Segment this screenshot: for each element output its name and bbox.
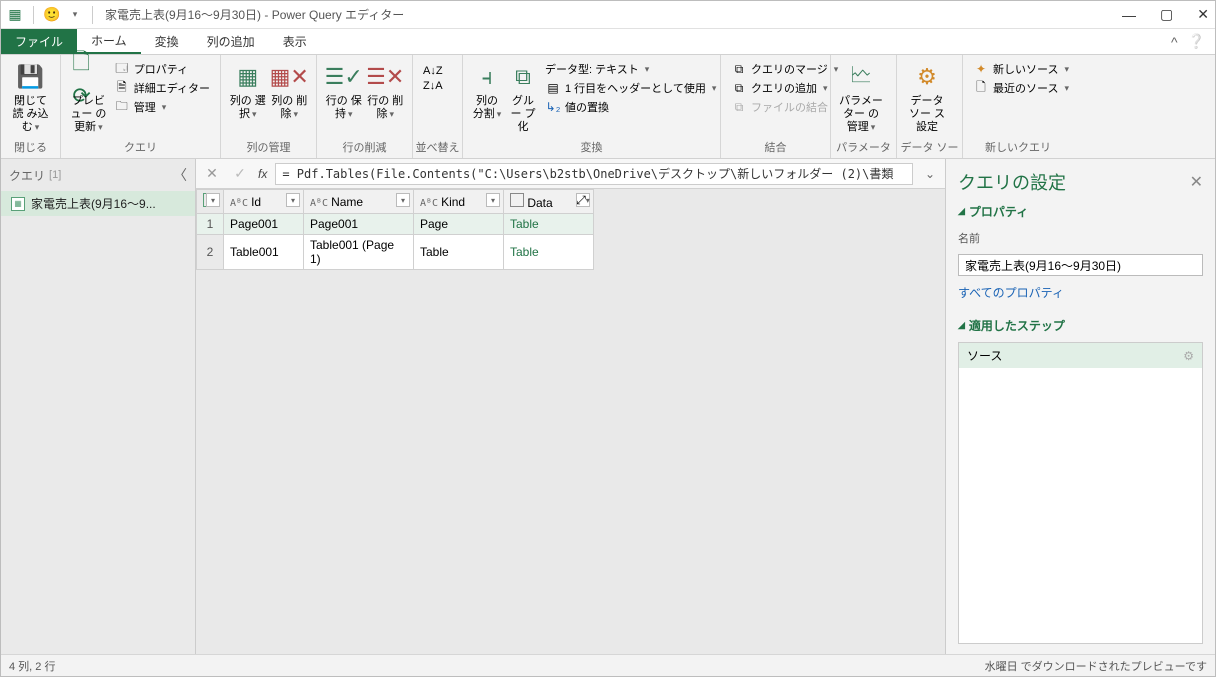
advanced-editor-button[interactable]: 🗎詳細エディター (114, 80, 210, 96)
tab-transform[interactable]: 変換 (141, 29, 193, 54)
group-combine-label: 結合 (721, 137, 830, 158)
group-query-label: クエリ (61, 137, 220, 158)
manage-parameters-button[interactable]: 🗠パラメーター の管理 (837, 59, 885, 137)
collapse-ribbon-icon[interactable]: ^ (1171, 34, 1178, 50)
collapse-queries-icon[interactable]: 〈 (173, 165, 187, 185)
step-label: ソース (967, 347, 1002, 364)
data-source-settings-button[interactable]: ⚙データ ソー ス設定 (903, 59, 951, 137)
properties-section[interactable]: プロパティ (958, 203, 1203, 220)
status-left: 4 列, 2 行 (9, 658, 55, 674)
table-corner[interactable] (197, 190, 224, 214)
help-icon[interactable]: ❔ (1188, 33, 1205, 50)
data-grid[interactable]: AᴮCId AᴮCName AᴮCKind Data⤢ 1 Page001 Pa… (196, 189, 594, 270)
all-properties-link[interactable]: すべてのプロパティ (958, 284, 1203, 301)
group-columns-label: 列の管理 (221, 137, 316, 158)
expand-formula-icon[interactable]: ⌄ (921, 167, 939, 181)
group-rows-label: 行の削減 (317, 137, 412, 158)
merge-queries-button[interactable]: ⧉クエリのマージ (731, 61, 838, 77)
sort-asc-button[interactable]: A↓Z (423, 65, 443, 77)
query-settings-panel: クエリの設定 ✕ プロパティ 名前 すべてのプロパティ 適用したステップ ソース… (945, 159, 1215, 654)
table-row[interactable]: 2 Table001 Table001 (Page 1) Table Table (197, 235, 594, 270)
recent-sources-button[interactable]: 🗋最近のソース (973, 80, 1069, 96)
applied-steps-list: ソース ⚙ (958, 342, 1203, 644)
table-row[interactable]: 1 Page001 Page001 Page Table (197, 214, 594, 235)
qat-dropdown[interactable] (66, 7, 82, 23)
queries-panel-title: クエリ (9, 167, 45, 184)
applied-steps-section[interactable]: 適用したステップ (958, 317, 1203, 334)
queries-count: [1] (49, 169, 61, 181)
accept-formula-icon[interactable]: ✓ (230, 164, 250, 184)
maximize-button[interactable]: ▢ (1160, 6, 1173, 23)
tab-add-column[interactable]: 列の追加 (193, 29, 269, 54)
new-source-button[interactable]: ✦新しいソース (973, 61, 1069, 77)
ribbon-tabs: ファイル ホーム 変換 列の追加 表示 ^ ❔ (1, 29, 1215, 55)
qat-smiley-icon[interactable]: 🙂 (44, 7, 60, 23)
col-header-data[interactable]: Data⤢ (504, 190, 594, 214)
excel-icon: ▦ (7, 7, 23, 23)
settings-title: クエリの設定 (958, 169, 1066, 195)
close-and-load-button[interactable]: 💾 閉じて読 み込む (7, 59, 54, 137)
status-bar: 4 列, 2 行 水曜日 でダウンロードされたプレビューです (1, 654, 1215, 676)
sort-desc-button[interactable]: Z↓A (423, 80, 443, 92)
replace-values-button[interactable]: ↳₂値の置換 (545, 99, 716, 115)
group-new-query-label: 新しいクエリ (963, 137, 1073, 158)
table-icon: ▦ (11, 197, 25, 211)
keep-rows-button[interactable]: ☰✓行の 保持 (323, 59, 365, 123)
use-first-row-header-button[interactable]: ▤1 行目をヘッダーとして使用 (545, 80, 716, 96)
col-header-name[interactable]: AᴮCName (304, 190, 414, 214)
data-type-button[interactable]: データ型: テキスト (545, 61, 716, 77)
col-header-id[interactable]: AᴮCId (224, 190, 304, 214)
window-title: 家電売上表(9月16～9月30日) - Power Query エディター (105, 6, 404, 23)
remove-columns-button[interactable]: ▦✕列の 削除 (269, 59, 311, 123)
ribbon: 💾 閉じて読 み込む 閉じる 🗋⟳ プレビュー の更新 🗔プロパティ 🗎詳細エデ… (1, 55, 1215, 159)
properties-button[interactable]: 🗔プロパティ (114, 61, 210, 77)
combine-files-button[interactable]: ⧉ファイルの結合 (731, 99, 838, 115)
name-label: 名前 (958, 230, 1203, 246)
remove-rows-button[interactable]: ☰✕行の 削除 (365, 59, 407, 123)
tab-file[interactable]: ファイル (1, 29, 77, 54)
formula-input[interactable]: = Pdf.Tables(File.Contents("C:\Users\b2s… (275, 163, 913, 185)
group-by-button[interactable]: ⧉グルー プ化 (505, 59, 541, 137)
cancel-formula-icon[interactable]: ✕ (202, 164, 222, 184)
close-settings-icon[interactable]: ✕ (1190, 172, 1203, 192)
manage-button[interactable]: 🗀管理 (114, 99, 210, 115)
close-window-button[interactable]: ✕ (1197, 6, 1209, 23)
tab-view[interactable]: 表示 (269, 29, 321, 54)
step-item[interactable]: ソース ⚙ (959, 343, 1202, 368)
queries-panel: クエリ [1] 〈 ▦ 家電売上表(9月16～9... (1, 159, 196, 654)
split-column-button[interactable]: ⫞列の 分割 (469, 59, 505, 123)
center-area: ✕ ✓ fx = Pdf.Tables(File.Contents("C:\Us… (196, 159, 945, 654)
minimize-button[interactable]: — (1122, 7, 1136, 23)
query-item[interactable]: ▦ 家電売上表(9月16～9... (1, 191, 195, 216)
group-close-label: 閉じる (1, 137, 60, 158)
title-bar: ▦ 🙂 家電売上表(9月16～9月30日) - Power Query エディタ… (1, 1, 1215, 29)
gear-icon[interactable]: ⚙ (1183, 349, 1194, 363)
formula-bar: ✕ ✓ fx = Pdf.Tables(File.Contents("C:\Us… (196, 159, 945, 189)
append-queries-button[interactable]: ⧉クエリの追加 (731, 80, 838, 96)
col-header-kind[interactable]: AᴮCKind (414, 190, 504, 214)
query-item-label: 家電売上表(9月16～9... (31, 195, 156, 212)
status-right: 水曜日 でダウンロードされたプレビューです (985, 658, 1207, 674)
fx-label[interactable]: fx (258, 167, 267, 181)
preview-refresh-button[interactable]: 🗋⟳ プレビュー の更新 (67, 59, 110, 137)
choose-columns-button[interactable]: ▦列の 選択 (227, 59, 269, 123)
group-transform-label: 変換 (463, 137, 720, 158)
query-name-input[interactable] (958, 254, 1203, 276)
group-sort-label: 並べ替え (413, 137, 462, 158)
